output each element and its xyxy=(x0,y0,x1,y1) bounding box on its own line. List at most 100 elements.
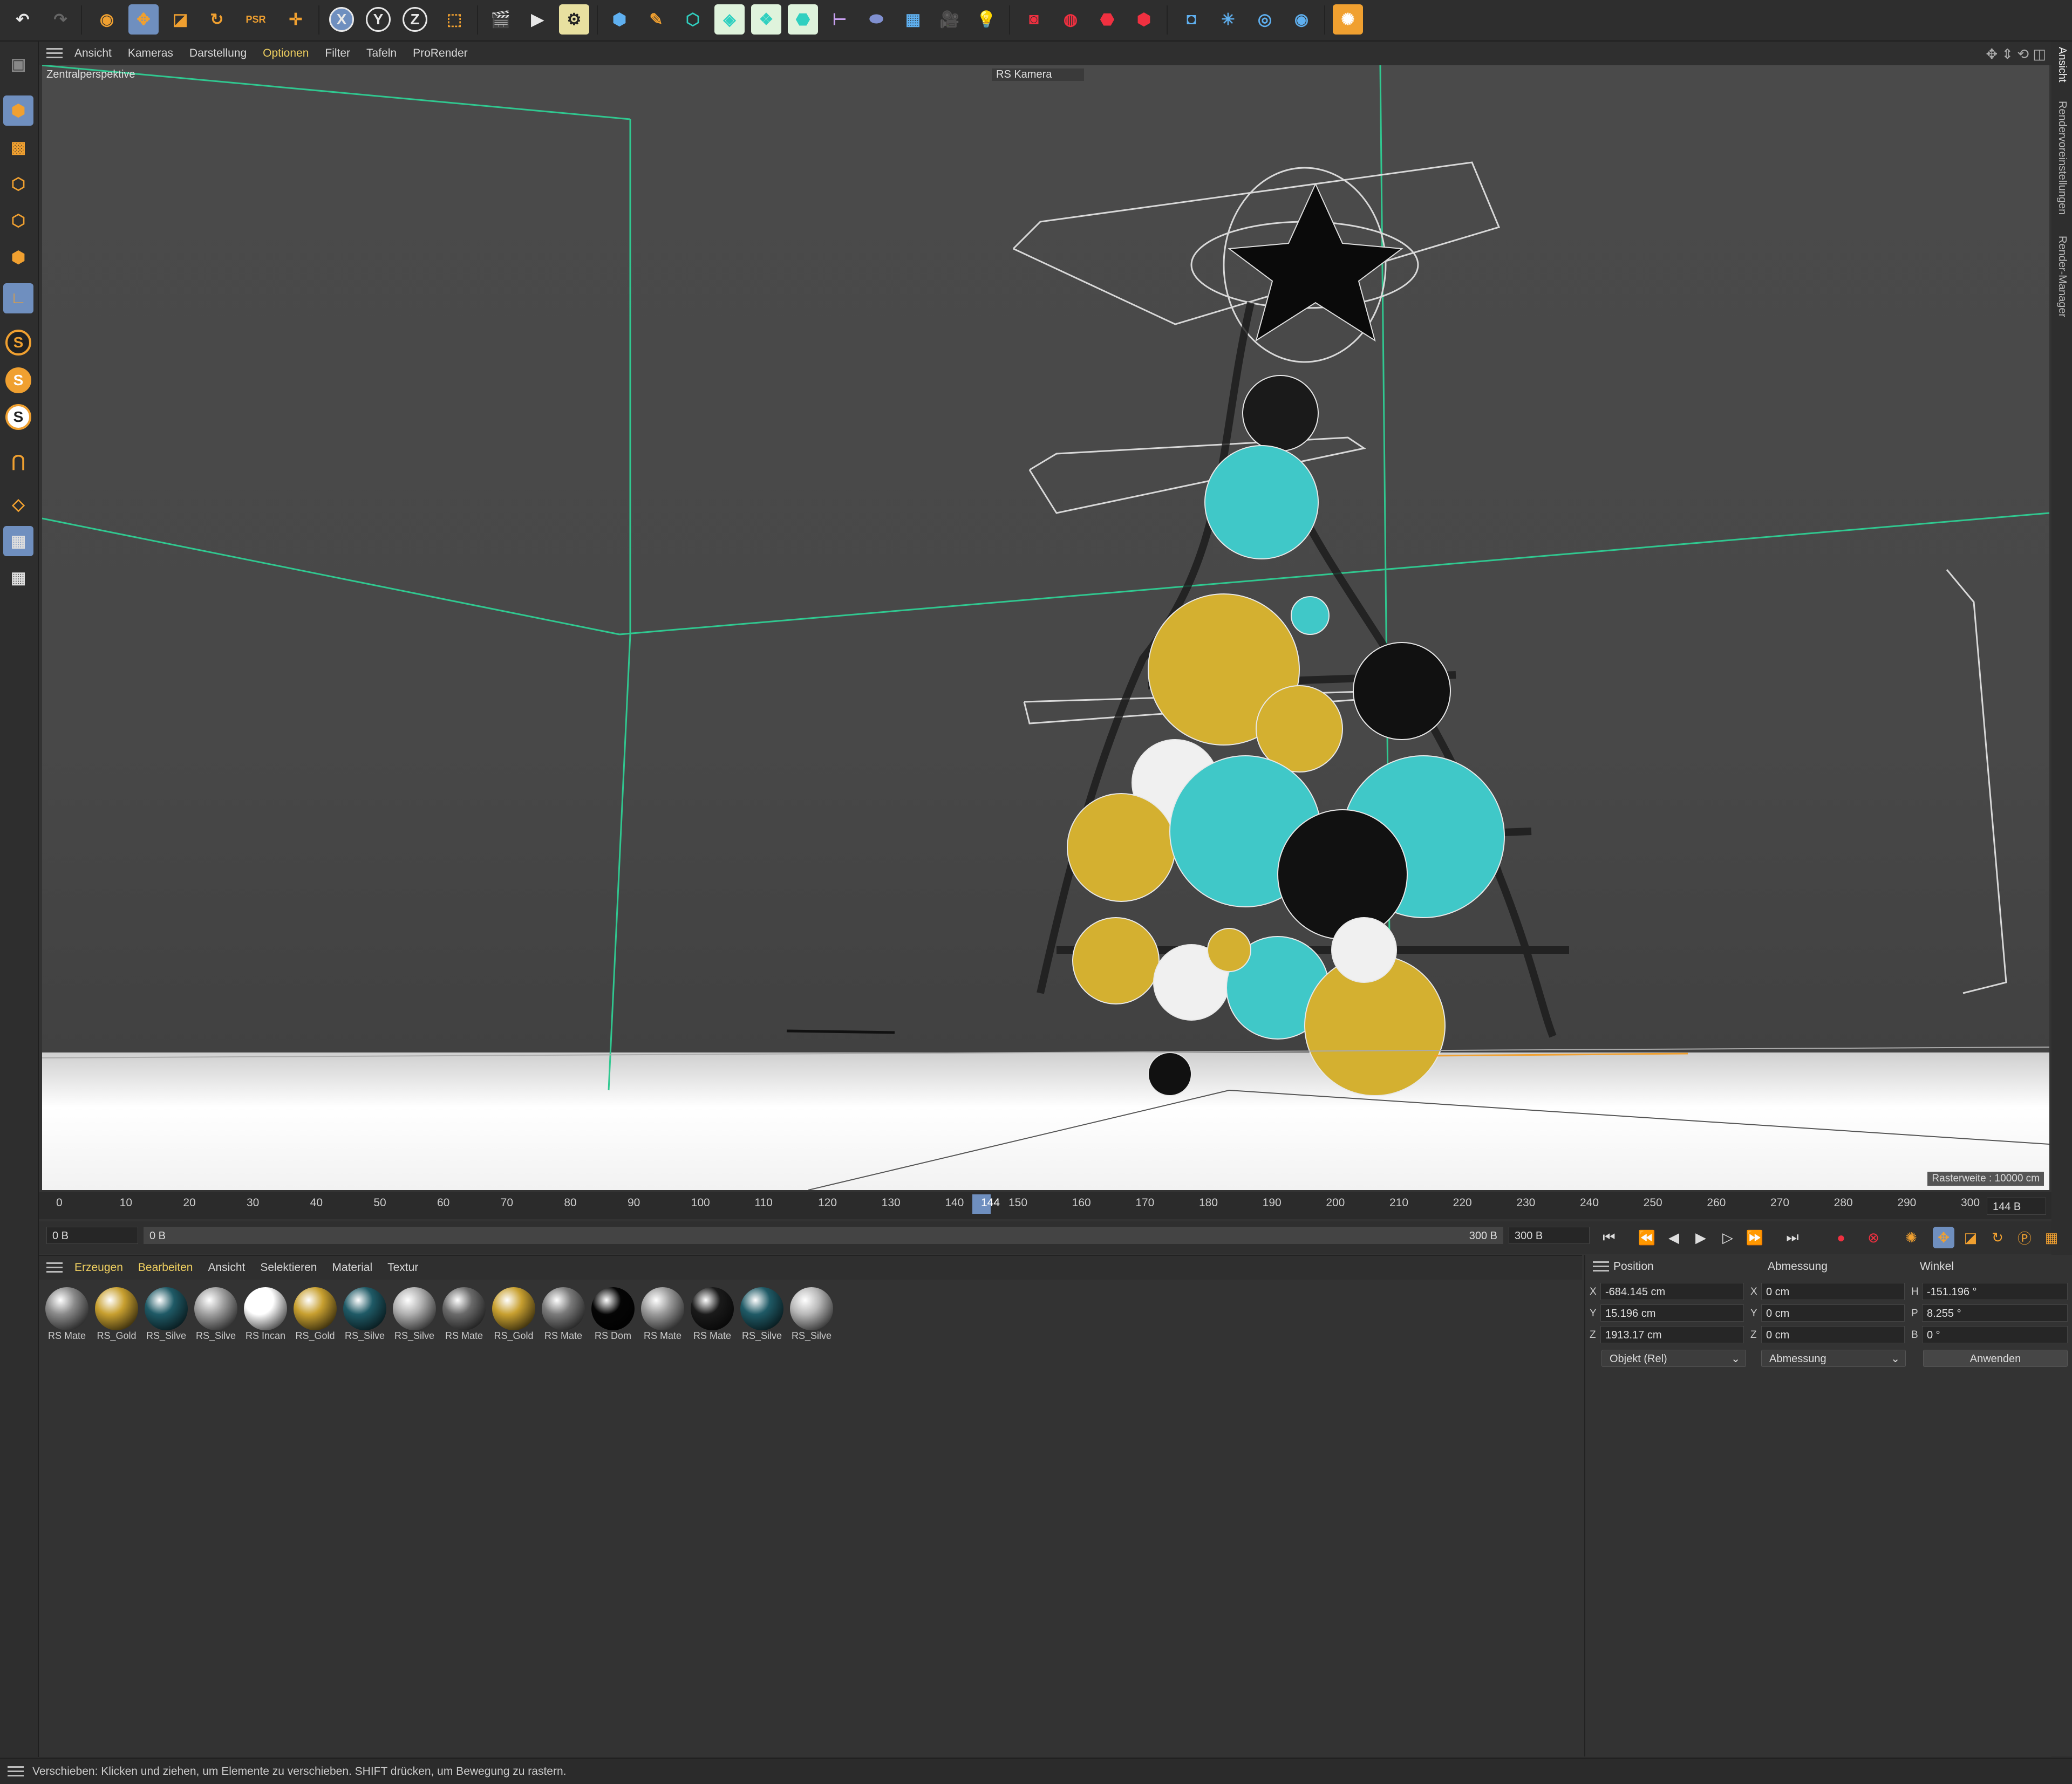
psr-tool-icon[interactable]: PSR xyxy=(241,4,271,35)
material-swatch[interactable]: RS_Gold xyxy=(291,1286,339,1345)
subdivision-icon[interactable]: ⬡ xyxy=(678,4,708,35)
menu-tafeln[interactable]: Tafeln xyxy=(366,47,397,60)
go-to-start-icon[interactable]: ⏮ xyxy=(1598,1227,1620,1248)
viewport-nav-icons[interactable]: ✥ ⇕ ⟲ ◫ xyxy=(1986,46,2046,63)
size-x-field[interactable]: 0 cm xyxy=(1761,1283,1905,1300)
snap-icon[interactable]: S xyxy=(3,327,33,358)
autokey-icon[interactable]: ⊗ xyxy=(1863,1227,1884,1248)
material-menu-icon[interactable] xyxy=(46,1262,63,1273)
timeline-ruler[interactable]: 0 10 20 30 40 50 60 70 80 90 100 110 120 130 140 150 160… xyxy=(39,1192,2051,1219)
sky-icon[interactable]: ✳ xyxy=(1213,4,1243,35)
point-level-icon[interactable]: ▦ xyxy=(2041,1227,2062,1248)
camera-label[interactable]: RS Kamera xyxy=(992,69,1085,81)
material-swatch[interactable]: RS Dom xyxy=(589,1286,637,1345)
last-tool-icon[interactable]: ✛ xyxy=(281,4,311,35)
material-swatch[interactable]: RS_Silve xyxy=(341,1286,388,1345)
extrude-icon[interactable]: ◈ xyxy=(714,4,745,35)
start-frame-field[interactable]: 0 B xyxy=(46,1227,138,1244)
pen-spline-icon[interactable]: ✎ xyxy=(641,4,671,35)
undo-icon[interactable]: ↶ xyxy=(8,4,38,35)
snap-workplane-icon[interactable]: S xyxy=(3,402,33,432)
rot-p-field[interactable]: 8.255 ° xyxy=(1922,1304,2068,1322)
menu-bearbeiten[interactable]: Bearbeiten xyxy=(138,1261,193,1274)
workplane-icon[interactable]: ◇ xyxy=(3,489,33,520)
pos-x-field[interactable]: -684.145 cm xyxy=(1600,1283,1744,1300)
menu-erzeugen[interactable]: Erzeugen xyxy=(74,1261,123,1274)
axis-mode-icon[interactable]: ∟ xyxy=(3,283,33,313)
global-icon[interactable]: ◎ xyxy=(1250,4,1280,35)
make-editable-icon[interactable]: ▣ xyxy=(3,49,33,79)
eye-icon[interactable]: ◉ xyxy=(1286,4,1317,35)
pos-z-field[interactable]: 1913.17 cm xyxy=(1600,1326,1744,1343)
size-z-field[interactable]: 0 cm xyxy=(1761,1326,1905,1343)
points-mode-icon[interactable]: ⬡ xyxy=(3,169,33,199)
previous-key-icon[interactable]: ⏪ xyxy=(1636,1227,1658,1248)
coordinates-menu-icon[interactable] xyxy=(1593,1261,1609,1272)
select-tool-icon[interactable]: ◉ xyxy=(92,4,122,35)
position-key-icon[interactable]: ✥ xyxy=(1933,1227,1954,1248)
menu-textur[interactable]: Textur xyxy=(387,1261,418,1274)
snap-settings-icon[interactable]: S xyxy=(3,365,33,395)
redo-icon[interactable]: ↷ xyxy=(45,4,76,35)
parameter-key-icon[interactable]: Ⓟ xyxy=(2014,1227,2035,1248)
next-frame-icon[interactable]: ▷ xyxy=(1717,1227,1739,1248)
status-menu-icon[interactable] xyxy=(8,1766,24,1777)
frame-range-slider[interactable]: 0 B 300 B xyxy=(144,1227,1503,1244)
prorender-icon[interactable]: ✺ xyxy=(1333,4,1363,35)
material-swatch[interactable]: RS_Gold xyxy=(93,1286,140,1345)
rot-b-field[interactable]: 0 ° xyxy=(1922,1326,2068,1343)
material-swatch[interactable]: RS_Gold xyxy=(490,1286,537,1345)
material-swatch[interactable]: RS Mate xyxy=(689,1286,736,1345)
material-swatch[interactable]: RS_Silve xyxy=(738,1286,786,1345)
menu-darstellung[interactable]: Darstellung xyxy=(189,47,247,60)
material-swatch[interactable]: RS_Silve xyxy=(142,1286,190,1345)
rs-material-icon[interactable]: ⬣ xyxy=(1092,4,1122,35)
x-axis-lock-icon[interactable]: X xyxy=(329,7,354,32)
play-icon[interactable]: ▶ xyxy=(1690,1227,1712,1248)
menu-ansicht[interactable]: Ansicht xyxy=(74,47,112,60)
camera-icon[interactable]: 🎥 xyxy=(935,4,965,35)
menu-material[interactable]: Material xyxy=(332,1261,372,1274)
material-swatch[interactable]: RS Mate xyxy=(43,1286,91,1345)
field-icon[interactable]: ⬬ xyxy=(861,4,891,35)
rotation-key-icon[interactable]: ↻ xyxy=(1987,1227,2008,1248)
next-key-icon[interactable]: ⏩ xyxy=(1744,1227,1766,1248)
coordinate-system-icon[interactable]: ⬚ xyxy=(439,4,469,35)
current-frame-field[interactable]: 144 B xyxy=(1987,1198,2046,1215)
material-swatch[interactable]: RS_Silve xyxy=(391,1286,438,1345)
3d-viewport[interactable]: Zentralperspektive RS Kamera Rasterweite… xyxy=(42,65,2049,1190)
previous-frame-icon[interactable]: ◀ xyxy=(1663,1227,1685,1248)
scale-key-icon[interactable]: ◪ xyxy=(1960,1227,1981,1248)
polygons-mode-icon[interactable]: ⬢ xyxy=(3,242,33,272)
render-view-icon[interactable]: 🎬 xyxy=(486,4,516,35)
cube-primitive-icon[interactable]: ⬢ xyxy=(604,4,635,35)
rs-render-view-icon[interactable]: ⬢ xyxy=(1129,4,1159,35)
viewport-menu-icon[interactable] xyxy=(46,48,63,59)
workplane-align-icon[interactable]: ▦ xyxy=(3,563,33,593)
material-swatch[interactable]: RS_Silve xyxy=(192,1286,240,1345)
pos-y-field[interactable]: 15.196 cm xyxy=(1600,1304,1744,1322)
menu-prorender[interactable]: ProRender xyxy=(413,47,468,60)
size-dropdown[interactable]: Abmessung ⌄ xyxy=(1761,1350,1906,1367)
scale-tool-icon[interactable]: ◪ xyxy=(165,4,195,35)
rs-light-icon[interactable]: ◍ xyxy=(1055,4,1086,35)
go-to-end-icon[interactable]: ⏭ xyxy=(1782,1227,1803,1248)
tab-ansicht[interactable]: Ansicht xyxy=(2056,47,2068,83)
menu-ansicht-mat[interactable]: Ansicht xyxy=(208,1261,245,1274)
tab-render-manager[interactable]: Render-Manager xyxy=(2056,236,2068,317)
size-y-field[interactable]: 0 cm xyxy=(1761,1304,1905,1322)
rs-camera-icon[interactable]: ◙ xyxy=(1019,4,1049,35)
end-frame-field[interactable]: 300 B xyxy=(1509,1227,1590,1244)
material-swatch[interactable]: RS_Silve xyxy=(788,1286,835,1345)
light-icon[interactable]: 💡 xyxy=(971,4,1001,35)
render-settings-icon[interactable]: ⚙ xyxy=(559,4,589,35)
menu-kameras[interactable]: Kameras xyxy=(128,47,173,60)
menu-selektieren[interactable]: Selektieren xyxy=(260,1261,317,1274)
rotate-tool-icon[interactable]: ↻ xyxy=(202,4,232,35)
material-swatch[interactable]: RS Mate xyxy=(639,1286,686,1345)
edges-mode-icon[interactable]: ⬡ xyxy=(3,206,33,236)
tab-rendervoreinstellungen[interactable]: Rendervoreinstellungen xyxy=(2056,101,2068,215)
array-icon[interactable]: ❖ xyxy=(751,4,781,35)
texture-mode-icon[interactable]: ▩ xyxy=(3,132,33,162)
menu-optionen[interactable]: Optionen xyxy=(263,47,309,60)
